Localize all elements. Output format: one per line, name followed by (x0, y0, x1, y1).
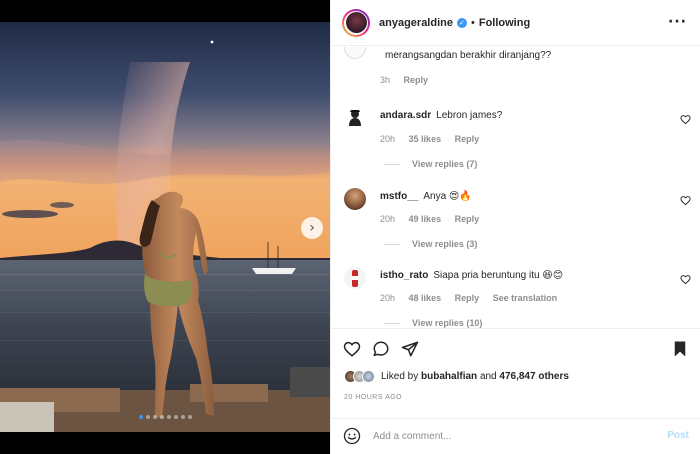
comment-time: 20h (380, 134, 396, 144)
comment-username[interactable]: mstfo__ (380, 191, 418, 202)
comment-item: istho_rato Siapa pria beruntung itu 😆😊 20… (331, 263, 700, 328)
comment-text: mstfo__ Anya 😍🔥 (380, 191, 472, 202)
comment-text: merangsangdan berakhir diranjang?? (380, 50, 551, 61)
replies-divider (384, 243, 400, 245)
comment-like-heart-icon[interactable] (680, 195, 691, 206)
liked-by-user[interactable]: bubahalfian (421, 371, 477, 382)
view-replies-label: View replies (10) (412, 318, 483, 328)
comment-item: merangsangdan berakhir diranjang?? 3h Re… (331, 47, 700, 89)
carousel-dot (173, 415, 178, 419)
bottle-avatar-icon (352, 270, 358, 287)
post-header: anyageraldine ✓ • Following ··· (331, 0, 700, 46)
carousel-dot (145, 415, 150, 419)
comment-like-heart-icon[interactable] (680, 274, 691, 285)
avatar-image (345, 12, 367, 33)
comment-body: Siapa pria beruntung itu 😆😊 (433, 270, 564, 281)
chevron-right-icon: › (309, 220, 315, 236)
reply-button[interactable]: Reply (455, 293, 480, 303)
post-actions: Liked by bubahalfian and 476,847 others … (331, 328, 700, 418)
carousel-dot (187, 415, 192, 419)
post-timestamp[interactable]: 20 HOURS AGO (344, 394, 402, 401)
masked-figure-avatar-icon (344, 106, 366, 128)
following-button[interactable]: Following (479, 17, 530, 29)
heart-icon[interactable] (343, 340, 361, 358)
comments-list[interactable]: merangsangdan berakhir diranjang?? 3h Re… (331, 47, 700, 328)
comment-avatar[interactable] (344, 106, 366, 128)
carousel-dots (0, 415, 330, 419)
comment-text: andara.sdr Lebron james? (380, 110, 502, 121)
comment-username[interactable]: istho_rato (380, 270, 428, 281)
view-replies-button[interactable]: View replies (3) (384, 239, 477, 249)
likes-text: Liked by bubahalfian and 476,847 others (381, 371, 569, 382)
comment-avatar[interactable] (344, 47, 366, 59)
comment-meta: 20h 35 likes Reply (380, 134, 490, 144)
bookmark-icon[interactable] (671, 340, 689, 358)
replies-divider (384, 163, 400, 165)
comment-composer: Post (331, 418, 700, 454)
comment-item: mstfo__ Anya 😍🔥 20h 49 likes Reply View r… (331, 184, 700, 254)
comment-avatar[interactable] (344, 267, 366, 289)
comment-body: merangsangdan berakhir diranjang?? (385, 50, 552, 61)
author-username[interactable]: anyageraldine (379, 17, 453, 29)
sunset-sea-photo (0, 22, 330, 432)
author-avatar[interactable] (342, 8, 370, 37)
avatar-border (344, 10, 368, 35)
verified-badge-icon: ✓ (456, 17, 467, 28)
liked-by-prefix: Liked by (381, 371, 419, 382)
more-icon[interactable]: ··· (668, 14, 687, 30)
emoji-icon[interactable] (343, 427, 361, 445)
reply-button[interactable]: Reply (455, 214, 480, 224)
comment-meta: 20h 48 likes Reply See translation (380, 293, 568, 303)
carousel-dot (138, 415, 143, 419)
post-comment-button[interactable]: Post (667, 430, 689, 441)
comment-body: Lebron james? (436, 110, 503, 121)
comment-likes[interactable]: 49 likes (409, 214, 442, 224)
comment-time: 20h (380, 214, 396, 224)
comment-time: 20h (380, 293, 396, 303)
carousel-dot (180, 415, 185, 419)
see-translation-button[interactable]: See translation (493, 293, 558, 303)
comment-meta: 20h 49 likes Reply (380, 214, 490, 224)
comment-like-heart-icon[interactable] (680, 114, 691, 125)
next-slide-button[interactable]: › (301, 217, 323, 239)
comment-item: andara.sdr Lebron james? 20h 35 likes Rep… (331, 103, 700, 173)
send-icon[interactable] (401, 340, 419, 358)
carousel-dot (159, 415, 164, 419)
view-replies-label: View replies (7) (412, 159, 478, 169)
likes-summary[interactable]: Liked by bubahalfian and 476,847 others (344, 370, 569, 383)
comment-icon[interactable] (372, 340, 390, 358)
reply-button[interactable]: Reply (455, 134, 480, 144)
comment-body: Anya 😍🔥 (423, 191, 472, 202)
comment-avatar[interactable] (344, 188, 366, 210)
carousel-dot (152, 415, 157, 419)
comment-text: istho_rato Siapa pria beruntung itu 😆😊 (380, 270, 563, 281)
comment-time: 3h (380, 75, 391, 85)
carousel-dot (166, 415, 171, 419)
replies-divider (384, 322, 400, 324)
comment-username[interactable]: andara.sdr (380, 110, 431, 121)
header-separator: • (470, 16, 475, 29)
liker-avatar (362, 370, 375, 383)
view-replies-button[interactable]: View replies (10) (384, 318, 482, 328)
post-photo[interactable]: › (0, 22, 330, 432)
view-replies-label: View replies (3) (412, 239, 478, 249)
comment-likes[interactable]: 35 likes (409, 134, 442, 144)
post-side-panel: anyageraldine ✓ • Following ··· merangsa… (330, 0, 700, 454)
comment-likes[interactable]: 48 likes (409, 293, 442, 303)
comment-meta: 3h Reply (380, 75, 439, 85)
instagram-post: › anyageraldine ✓ • Following ··· merang… (0, 0, 700, 454)
view-replies-button[interactable]: View replies (7) (384, 159, 477, 169)
likes-count[interactable]: 476,847 others (499, 371, 569, 382)
reply-button[interactable]: Reply (404, 75, 429, 85)
liked-by-and: and (479, 371, 497, 382)
add-comment-input[interactable] (373, 428, 643, 444)
